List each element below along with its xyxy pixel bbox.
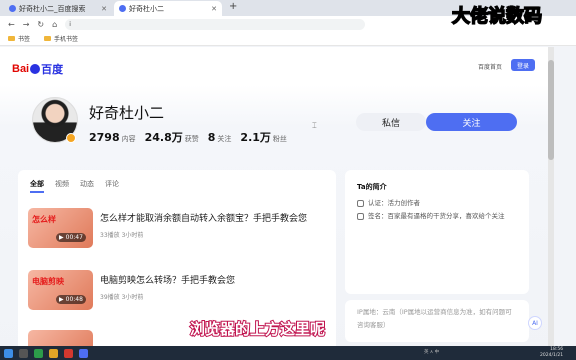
new-tab-button[interactable]: + bbox=[229, 1, 237, 12]
bookmark-folder[interactable]: 书签 bbox=[8, 34, 30, 43]
about-signature-row: 签名：百家最有逼格的干货分享，喜欢给个关注 bbox=[357, 210, 522, 223]
video-subtitle: 浏览器的上方这里呢 bbox=[189, 319, 326, 339]
duration-text: 00:47 bbox=[65, 234, 83, 241]
thumbnail-text: 电脑剪映 bbox=[32, 277, 64, 286]
clock-date: 2024/1/21 bbox=[540, 353, 564, 358]
system-tray[interactable]: 英 ∧ 中 bbox=[424, 349, 439, 355]
tab-comment[interactable]: 评论 bbox=[105, 179, 119, 193]
about-title: Ta的简介 bbox=[357, 183, 387, 191]
folder-icon bbox=[44, 36, 52, 41]
tab-all[interactable]: 全部 bbox=[30, 179, 44, 193]
video-item[interactable]: 怎么样 ▶ 00:47 怎么样才能取消余额自动转入余额宝？手把手教会您 33播放… bbox=[28, 208, 328, 256]
duration-badge: ▶ 00:47 bbox=[56, 233, 86, 242]
video-watermark: 大佬说数码 bbox=[451, 5, 543, 28]
baidu-paw-icon bbox=[9, 5, 16, 12]
stat-value: 24.8万 bbox=[144, 131, 183, 144]
signature-icon bbox=[357, 213, 364, 220]
thumbnail-text: 怎么样 bbox=[32, 215, 56, 224]
duration-badge: ▶ 00:48 bbox=[56, 295, 86, 304]
tab-profile[interactable]: 好奇杜小二 ✕ bbox=[114, 1, 222, 16]
ai-assistant-button[interactable]: AI bbox=[528, 316, 542, 330]
back-icon[interactable]: ← bbox=[8, 20, 15, 29]
logo-text: Bai bbox=[12, 63, 30, 75]
browser-icon[interactable] bbox=[79, 348, 88, 358]
app-icon[interactable] bbox=[64, 348, 73, 358]
stat-label: 关注 bbox=[217, 135, 232, 143]
baidu-paw-icon bbox=[119, 5, 126, 12]
home-icon[interactable]: ⌂ bbox=[52, 20, 57, 29]
video-views: 33播放 bbox=[100, 232, 120, 239]
duration-text: 00:48 bbox=[65, 296, 83, 303]
video-thumbnail[interactable]: 怎么样 ▶ 00:47 bbox=[28, 208, 93, 248]
video-meta: 39播放 3小时前 bbox=[100, 292, 143, 301]
follow-button[interactable]: 关注 bbox=[426, 113, 517, 131]
message-button[interactable]: 私信 bbox=[356, 113, 426, 131]
about-signature: 签名：百家最有逼格的干货分享，喜欢给个关注 bbox=[368, 212, 505, 220]
video-meta: 33播放 3小时前 bbox=[100, 230, 143, 239]
ip-panel: IP属地：云南（IP属地以运营商信息为准，如有问题可咨询客服） bbox=[345, 300, 529, 342]
verified-badge-icon bbox=[66, 133, 76, 143]
start-icon[interactable] bbox=[4, 348, 13, 358]
reload-icon[interactable]: ↻ bbox=[37, 20, 44, 29]
stat-value: 8 bbox=[207, 131, 216, 144]
forward-icon[interactable]: → bbox=[23, 20, 30, 29]
video-views: 39播放 bbox=[100, 294, 120, 301]
about-cert-row: 认证：活力创作者 bbox=[357, 197, 522, 210]
screen: 好奇杜小二_百度搜索 ✕ 好奇杜小二 ✕ + ← → ↻ ⌂ i 书签 手机书签 bbox=[0, 0, 576, 360]
tab-dynamic[interactable]: 动态 bbox=[80, 179, 94, 193]
folder-icon[interactable] bbox=[49, 348, 58, 358]
video-thumbnail[interactable]: 电脑剪映 ▶ 00:48 bbox=[28, 270, 93, 310]
content-tabs: 全部 视频 动态 评论 bbox=[30, 179, 119, 193]
login-button[interactable]: 登录 bbox=[511, 59, 535, 71]
profile-stats: 2798 内容 24.8万 获赞 8 关注 2.1万 粉丝 bbox=[89, 126, 287, 145]
address-text: i bbox=[69, 20, 71, 28]
profile-name: 好奇杜小二 bbox=[89, 104, 165, 122]
close-icon[interactable]: ✕ bbox=[211, 5, 217, 13]
video-title[interactable]: 怎么样才能取消余额自动转入余额宝？手把手教会您 bbox=[100, 211, 307, 224]
stat-label: 粉丝 bbox=[272, 135, 287, 143]
certification-icon bbox=[357, 200, 364, 207]
stat-label: 获赞 bbox=[184, 135, 199, 143]
taskbar-clock[interactable]: 18:56 2024/1/21 bbox=[540, 347, 563, 359]
bookmarks-bar: 书签 手机书签 bbox=[0, 32, 576, 46]
address-bar[interactable]: i bbox=[65, 18, 366, 30]
app-icon[interactable] bbox=[34, 348, 43, 358]
video-time: 3小时前 bbox=[121, 232, 144, 239]
about-cert: 认证：活力创作者 bbox=[368, 199, 420, 207]
baidu-logo[interactable]: Bai 百度 bbox=[12, 61, 63, 77]
bookmark-label: 书签 bbox=[18, 36, 31, 43]
search-icon[interactable] bbox=[19, 348, 28, 358]
about-panel: Ta的简介 认证：活力创作者 签名：百家最有逼格的干货分享，喜欢给个关注 bbox=[345, 170, 529, 294]
profile-page: Bai 百度 百度首页 登录 好奇杜小二 2798 内容 24.8万 获赞 8 关注 … bbox=[0, 47, 548, 360]
video-title[interactable]: 电脑剪映怎么转场？手把手教会您 bbox=[100, 273, 235, 286]
stat-likes[interactable]: 24.8万 获赞 bbox=[145, 126, 199, 145]
close-icon[interactable]: ✕ bbox=[101, 5, 107, 13]
tab-search[interactable]: 好奇杜小二_百度搜索 ✕ bbox=[4, 1, 112, 16]
tab-label: 好奇杜小二 bbox=[129, 4, 164, 13]
stat-value: 2798 bbox=[89, 131, 120, 144]
bookmark-mobile[interactable]: 手机书签 bbox=[44, 34, 78, 43]
stat-following[interactable]: 8 关注 bbox=[208, 126, 232, 145]
tab-label: 好奇杜小二_百度搜索 bbox=[19, 4, 86, 13]
tab-video[interactable]: 视频 bbox=[55, 179, 69, 193]
taskbar bbox=[0, 346, 576, 360]
stat-content[interactable]: 2798 内容 bbox=[89, 126, 136, 145]
stat-label: 内容 bbox=[121, 135, 136, 143]
ip-location: IP属地：云南（IP属地以运营商信息为准，如有问题可咨询客服） bbox=[357, 308, 512, 329]
home-link[interactable]: 百度首页 bbox=[478, 62, 502, 71]
baidu-paw-icon bbox=[30, 64, 41, 74]
bookmark-label: 手机书签 bbox=[54, 36, 79, 43]
stat-fans[interactable]: 2.1万 粉丝 bbox=[240, 126, 287, 145]
video-item[interactable]: 电脑剪映 ▶ 00:48 电脑剪映怎么转场？手把手教会您 39播放 3小时前 bbox=[28, 270, 328, 318]
logo-text-cn: 百度 bbox=[41, 64, 64, 76]
mouse-cursor-icon: ⌶ bbox=[312, 121, 317, 130]
scrollbar-thumb[interactable] bbox=[548, 60, 554, 160]
folder-icon bbox=[8, 36, 15, 41]
stat-value: 2.1万 bbox=[240, 131, 271, 144]
video-time: 3小时前 bbox=[121, 294, 144, 301]
